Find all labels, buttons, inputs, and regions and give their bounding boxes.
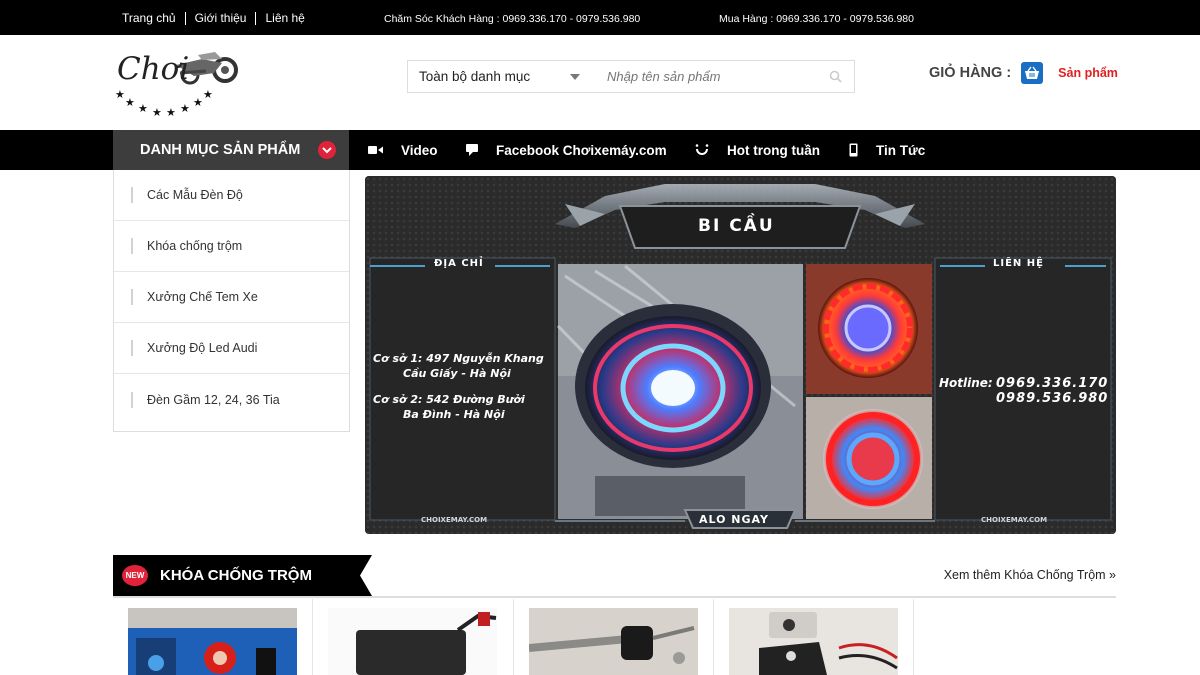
menu-item-label: Tin Tức	[876, 142, 926, 158]
product-card[interactable]	[113, 599, 313, 675]
product-card[interactable]	[514, 599, 714, 675]
product-image[interactable]	[328, 608, 497, 675]
product-image[interactable]	[128, 608, 297, 675]
product-card[interactable]	[313, 599, 514, 675]
site-logo[interactable]: Chơi ★ ★ ★ ★ ★ ★ ★ ★	[110, 43, 245, 123]
banner-address2: Cơ sở 2: 542 Đường Bưởi	[373, 393, 525, 406]
sidebar-item-label: Khóa chống trộm	[147, 239, 243, 253]
item-bullet	[131, 187, 133, 203]
product-image[interactable]	[729, 608, 898, 675]
spinner-icon	[695, 143, 709, 157]
search-input[interactable]	[589, 61, 809, 92]
svg-text:★: ★	[180, 102, 190, 115]
category-sidebar: Các Mẫu Đèn Độ Khóa chống trộm Xưởng Chế…	[113, 170, 350, 432]
new-badge: NEW	[122, 565, 148, 586]
product-image[interactable]	[529, 608, 698, 675]
svg-text:★: ★	[203, 88, 213, 101]
product-card[interactable]	[714, 599, 914, 675]
customer-care-phone: Chăm Sóc Khách Hàng : 0969.336.170 - 097…	[384, 13, 641, 25]
item-bullet	[131, 238, 133, 254]
sidebar-item[interactable]: Khóa chống trộm	[114, 221, 349, 272]
banner-hotline-2: 0989.536.980	[996, 391, 1109, 406]
sidebar-item-label: Xưởng Chế Tem Xe	[147, 290, 258, 304]
svg-text:Chơi: Chơi	[117, 51, 189, 87]
menu-item-video[interactable]: Video	[368, 130, 438, 170]
menu-item-label: Facebook Chơixemáy.com	[496, 142, 667, 158]
mobile-icon	[849, 143, 858, 157]
category-select-value: Toàn bộ danh mục	[419, 69, 531, 84]
nav-home-link[interactable]: Trang chủ	[122, 11, 176, 25]
banner-hotline-1: 0969.336.170	[996, 376, 1109, 391]
cart-products-link[interactable]: Sản phẩm	[1058, 66, 1118, 80]
menu-item-news[interactable]: Tin Tức	[849, 130, 925, 170]
search-box	[589, 60, 855, 93]
product-grid	[113, 599, 1116, 675]
section-header: NEW KHÓA CHỐNG TRỘM Xem thêm Khóa Chống …	[113, 555, 1116, 598]
banner-hotline-label: Hotline:	[939, 376, 993, 390]
cart[interactable]: GIỎ HÀNG : Sản phẩm	[929, 62, 1118, 84]
menu-item-label: Hot trong tuần	[727, 142, 820, 158]
menu-item-facebook[interactable]: Facebook Chơixemáy.com	[466, 130, 667, 170]
see-more-link[interactable]: Xem thêm Khóa Chống Trộm »	[944, 568, 1116, 582]
svg-text:★: ★	[166, 106, 176, 119]
hero-banner[interactable]: BI CẦU ĐỊA CHỈ LIÊN HỆ Cơ sở 1: 497 Nguy…	[365, 176, 1116, 534]
svg-text:★: ★	[152, 106, 162, 119]
sidebar-item[interactable]: Xưởng Chế Tem Xe	[114, 272, 349, 323]
search-icon[interactable]	[829, 70, 842, 83]
cart-label: GIỎ HÀNG :	[929, 65, 1012, 81]
sidebar-item[interactable]: Đèn Gầm 12, 24, 36 Tia	[114, 374, 349, 425]
menu-item-hot[interactable]: Hot trong tuần	[695, 130, 820, 170]
banner-contact-label: LIÊN HỆ	[993, 258, 1044, 269]
video-icon	[368, 145, 383, 155]
svg-text:★: ★	[115, 88, 125, 101]
caret-down-icon	[570, 74, 580, 80]
banner-footer-right: CHOIXEMAY.COM	[981, 516, 1048, 524]
nav-about-link[interactable]: Giới thiệu	[195, 11, 247, 25]
banner-title: BI CẦU	[698, 216, 775, 236]
category-select[interactable]: Toàn bộ danh mục	[407, 60, 590, 93]
item-bullet	[131, 340, 133, 356]
item-bullet	[131, 289, 133, 305]
nav-contact-link[interactable]: Liên hệ	[265, 11, 304, 25]
section-title-tab: NEW KHÓA CHỐNG TRỘM	[113, 555, 372, 596]
top-nav: Trang chủ Giới thiệu Liên hệ	[122, 11, 305, 25]
sidebar-item-label: Xưởng Độ Led Audi	[147, 341, 258, 355]
sidebar-item-label: Các Mẫu Đèn Độ	[147, 188, 243, 202]
svg-text:★: ★	[125, 96, 135, 109]
sidebar-item[interactable]: Xưởng Độ Led Audi	[114, 323, 349, 374]
sidebar-item-label: Đèn Gầm 12, 24, 36 Tia	[147, 392, 280, 407]
purchase-phone: Mua Hàng : 0969.336.170 - 0979.536.980	[719, 13, 914, 25]
banner-address2-city: Ba Đình - Hà Nội	[403, 408, 505, 421]
svg-text:★: ★	[138, 102, 148, 115]
svg-text:★: ★	[193, 96, 203, 109]
chevron-down-icon	[318, 141, 336, 159]
banner-footer-center: ALO NGAY	[699, 513, 769, 526]
comment-icon	[466, 143, 478, 157]
banner-address1: Cơ sở 1: 497 Nguyễn Khang	[373, 352, 544, 365]
sidebar-item[interactable]: Các Mẫu Đèn Độ	[114, 170, 349, 221]
top-bar: Trang chủ Giới thiệu Liên hệ Chăm Sóc Kh…	[0, 0, 1200, 35]
nav-divider	[184, 11, 186, 25]
banner-footer-left: CHOIXEMAY.COM	[421, 516, 488, 524]
banner-address-label: ĐỊA CHỈ	[434, 258, 484, 269]
section-title: KHÓA CHỐNG TRỘM	[160, 567, 312, 584]
basket-icon[interactable]	[1021, 62, 1044, 84]
category-menu-label: DANH MỤC SẢN PHẨM	[140, 142, 301, 158]
banner-address1-city: Cầu Giấy - Hà Nội	[403, 367, 511, 380]
category-menu-button[interactable]: DANH MỤC SẢN PHẨM	[113, 130, 349, 170]
menu-item-label: Video	[401, 142, 438, 158]
item-bullet	[131, 391, 133, 408]
nav-divider	[255, 11, 257, 25]
